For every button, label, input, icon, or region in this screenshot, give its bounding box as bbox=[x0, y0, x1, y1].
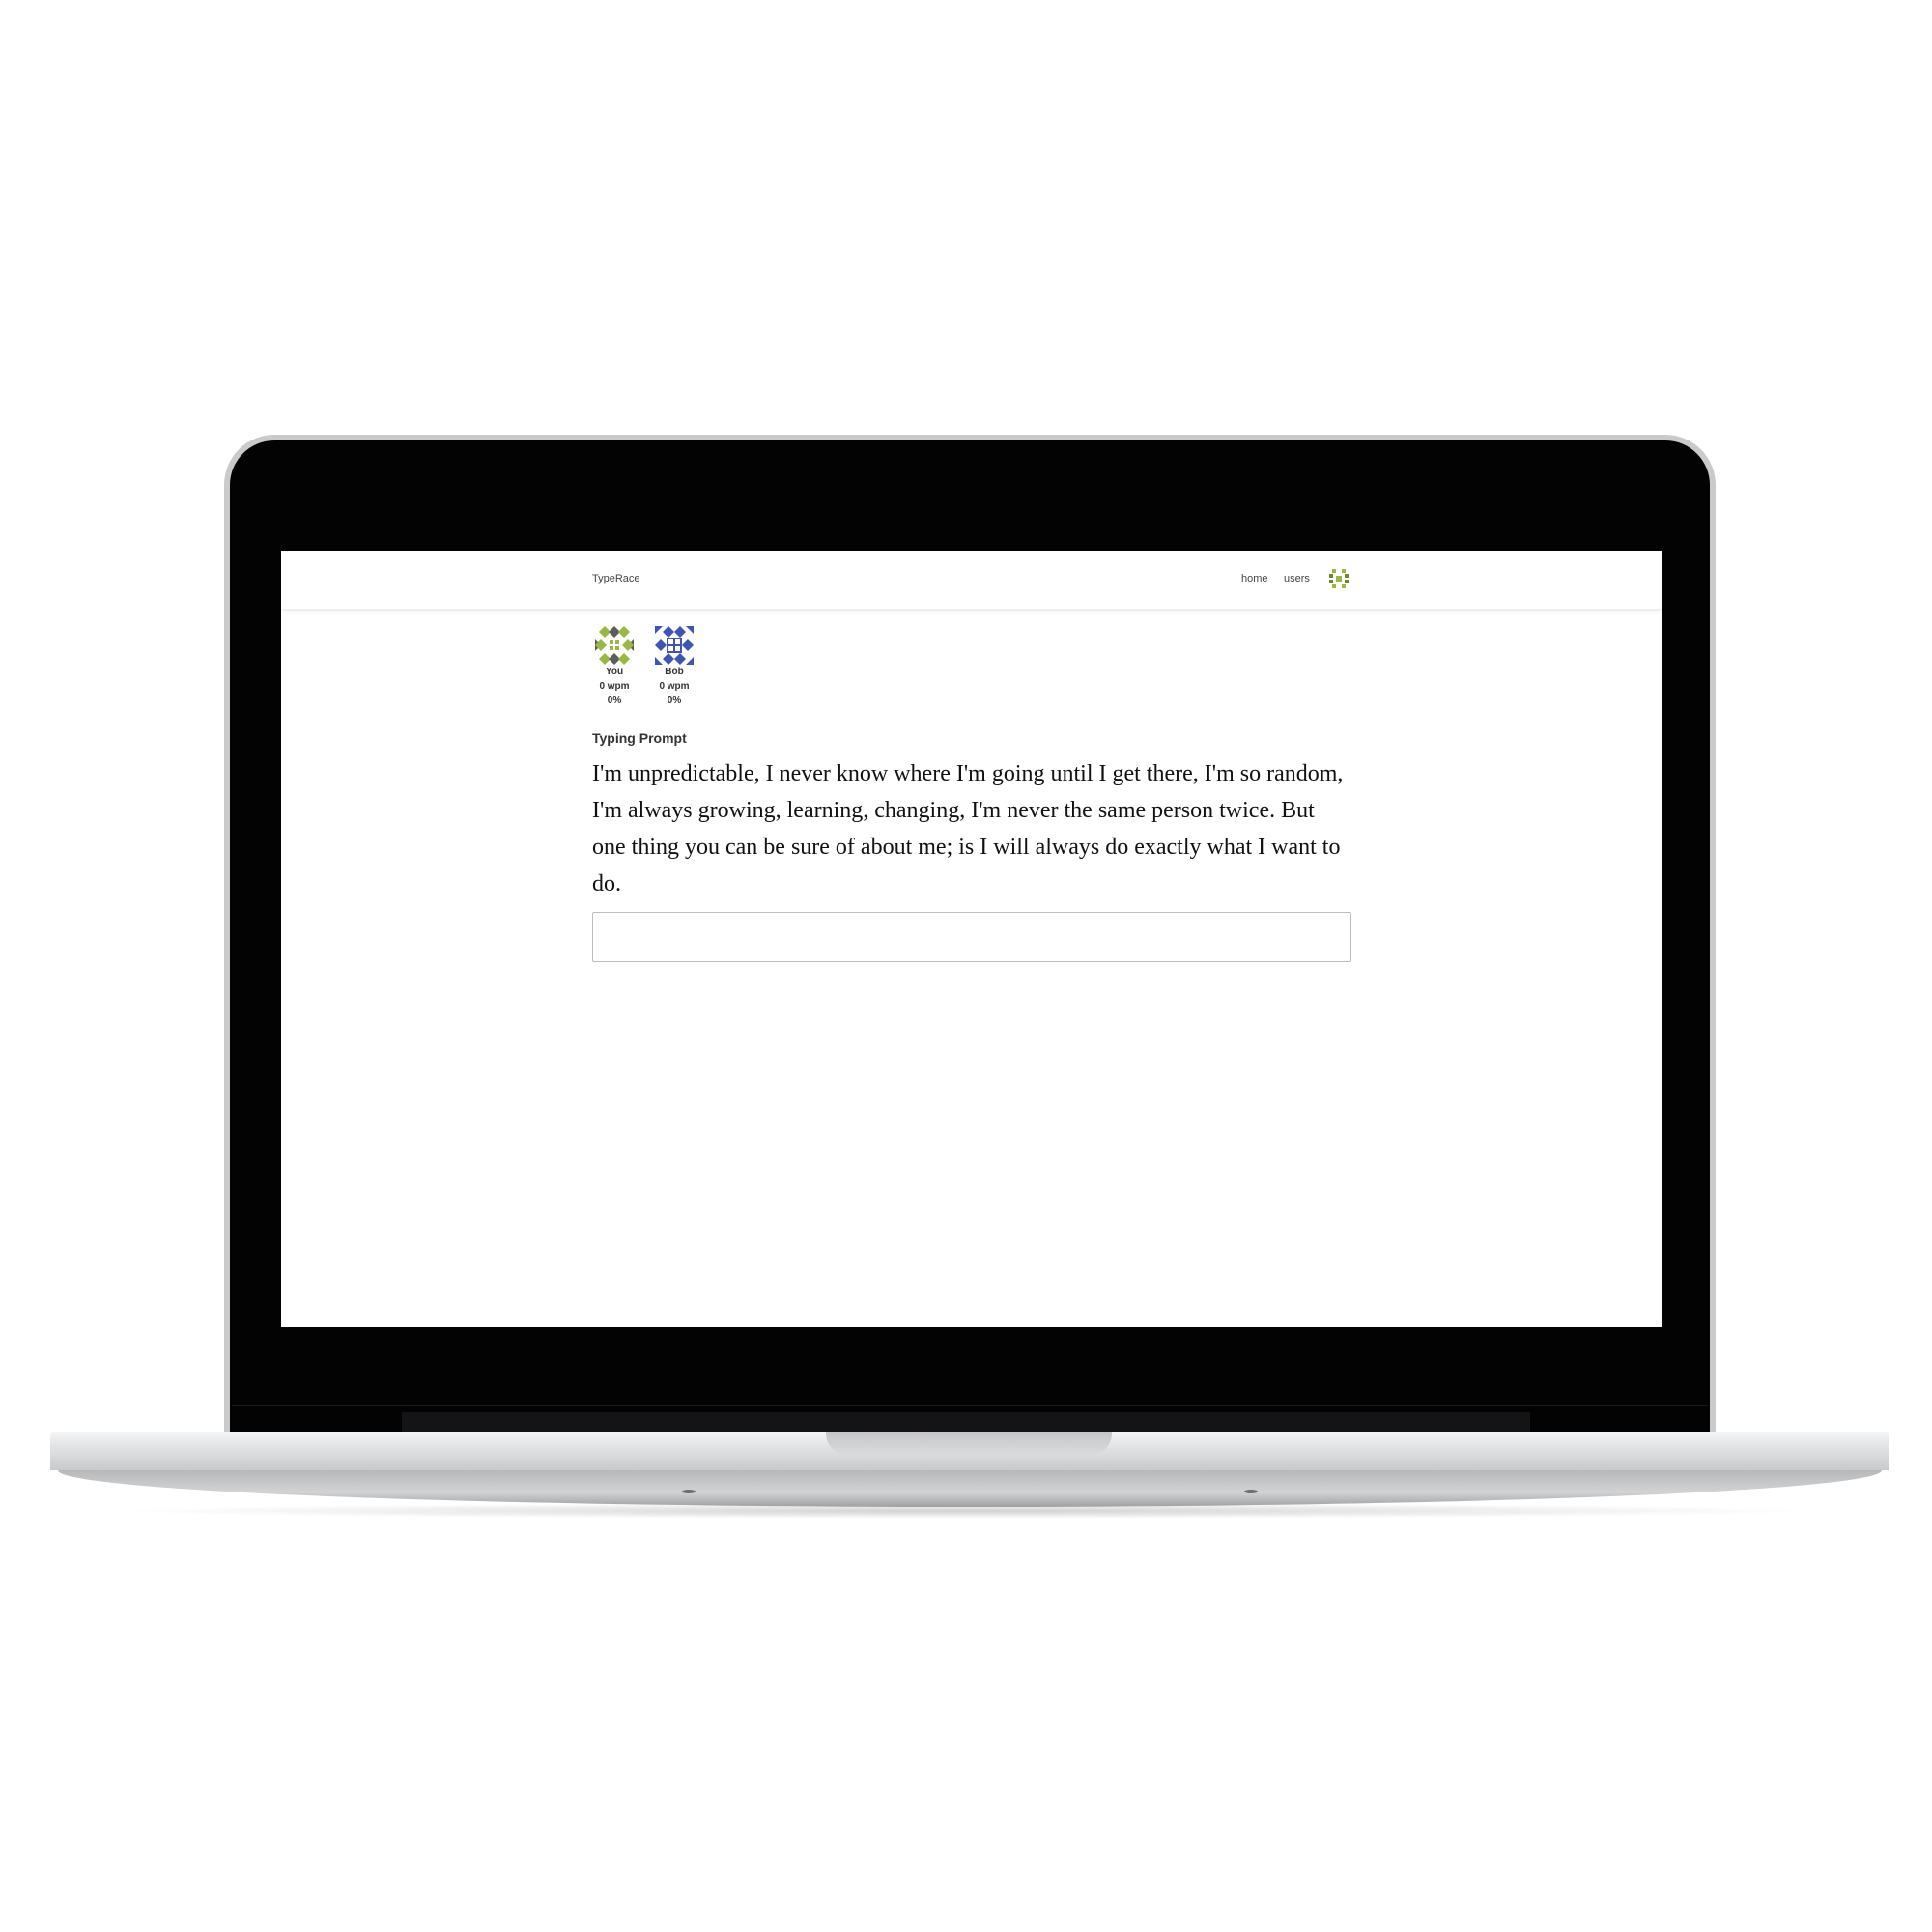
bezel-edge bbox=[232, 1405, 1708, 1406]
navbar: TypeRace home users bbox=[281, 551, 1662, 609]
player-progress: 0% bbox=[607, 696, 622, 706]
app-screen: TypeRace home users You 0 wpm 0% Bob 0 w… bbox=[281, 551, 1662, 1327]
brand-logo[interactable]: TypeRace bbox=[592, 573, 640, 584]
nav-link-users[interactable]: users bbox=[1284, 573, 1310, 584]
laptop-hinge bbox=[402, 1412, 1530, 1434]
nav-link-home[interactable]: home bbox=[1241, 573, 1268, 584]
player-wpm: 0 wpm bbox=[599, 681, 630, 692]
user-avatar-icon[interactable] bbox=[1328, 568, 1350, 589]
product-mockup: TypeRace home users You 0 wpm 0% Bob 0 w… bbox=[0, 0, 1932, 1932]
laptop-notch bbox=[826, 1432, 1112, 1455]
laptop-foot bbox=[682, 1490, 696, 1493]
player-card-bob: Bob 0 wpm 0% bbox=[650, 626, 698, 708]
laptop-foot bbox=[1244, 1490, 1258, 1493]
typing-prompt-label: Typing Prompt bbox=[592, 730, 687, 746]
identicon-blue-icon bbox=[655, 626, 694, 665]
typing-input[interactable] bbox=[592, 912, 1351, 962]
player-name: Bob bbox=[665, 667, 684, 677]
identicon-green-icon bbox=[595, 626, 634, 665]
player-wpm: 0 wpm bbox=[659, 681, 690, 692]
player-name: You bbox=[605, 667, 624, 677]
player-card-you: You 0 wpm 0% bbox=[590, 626, 639, 708]
player-progress: 0% bbox=[667, 696, 682, 706]
typing-prompt-text: I'm unpredictable, I never know where I'… bbox=[592, 761, 1344, 896]
laptop-base-edge bbox=[58, 1470, 1882, 1507]
